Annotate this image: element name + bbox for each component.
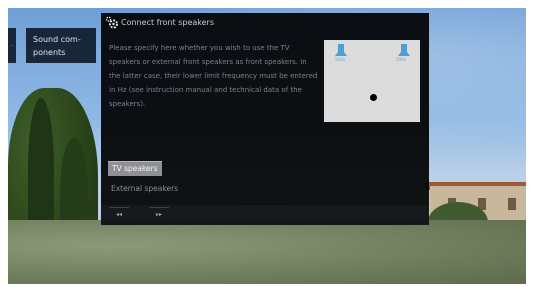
olive-grove xyxy=(8,220,526,284)
right-speaker-icon xyxy=(398,44,410,56)
sidebar-collapsed-tab[interactable]: .. xyxy=(8,28,16,63)
dialog-title: Connect front speakers xyxy=(121,18,214,27)
dialog-header: Connect front speakers xyxy=(101,13,429,33)
listener-position-dot xyxy=(370,94,377,101)
dialog-description: Please specify here whether you wish to … xyxy=(109,44,318,108)
speaker-layout-preview: 50Hz 50Hz xyxy=(324,40,420,122)
back-button[interactable]: ◂◂ xyxy=(109,207,129,222)
option-external-speakers[interactable]: External speakers xyxy=(111,182,178,196)
right-speaker-frequency: 50Hz xyxy=(396,57,407,62)
forward-button[interactable]: ▸▸ xyxy=(149,207,169,222)
left-speaker-icon xyxy=(335,44,347,56)
sidebar-item-label: Sound com-ponents xyxy=(33,35,81,57)
sidebar-dots: .. xyxy=(10,41,14,48)
settings-gear-icon xyxy=(105,16,118,29)
option-tv-speakers[interactable]: TV speakers xyxy=(108,161,162,176)
sidebar-item-sound-components[interactable]: Sound com-ponents xyxy=(26,28,96,63)
connect-front-speakers-dialog: Connect front speakers Please specify he… xyxy=(101,13,429,225)
dialog-footer: ◂◂ ▸▸ xyxy=(101,205,429,225)
left-speaker-frequency: 50Hz xyxy=(335,57,346,62)
